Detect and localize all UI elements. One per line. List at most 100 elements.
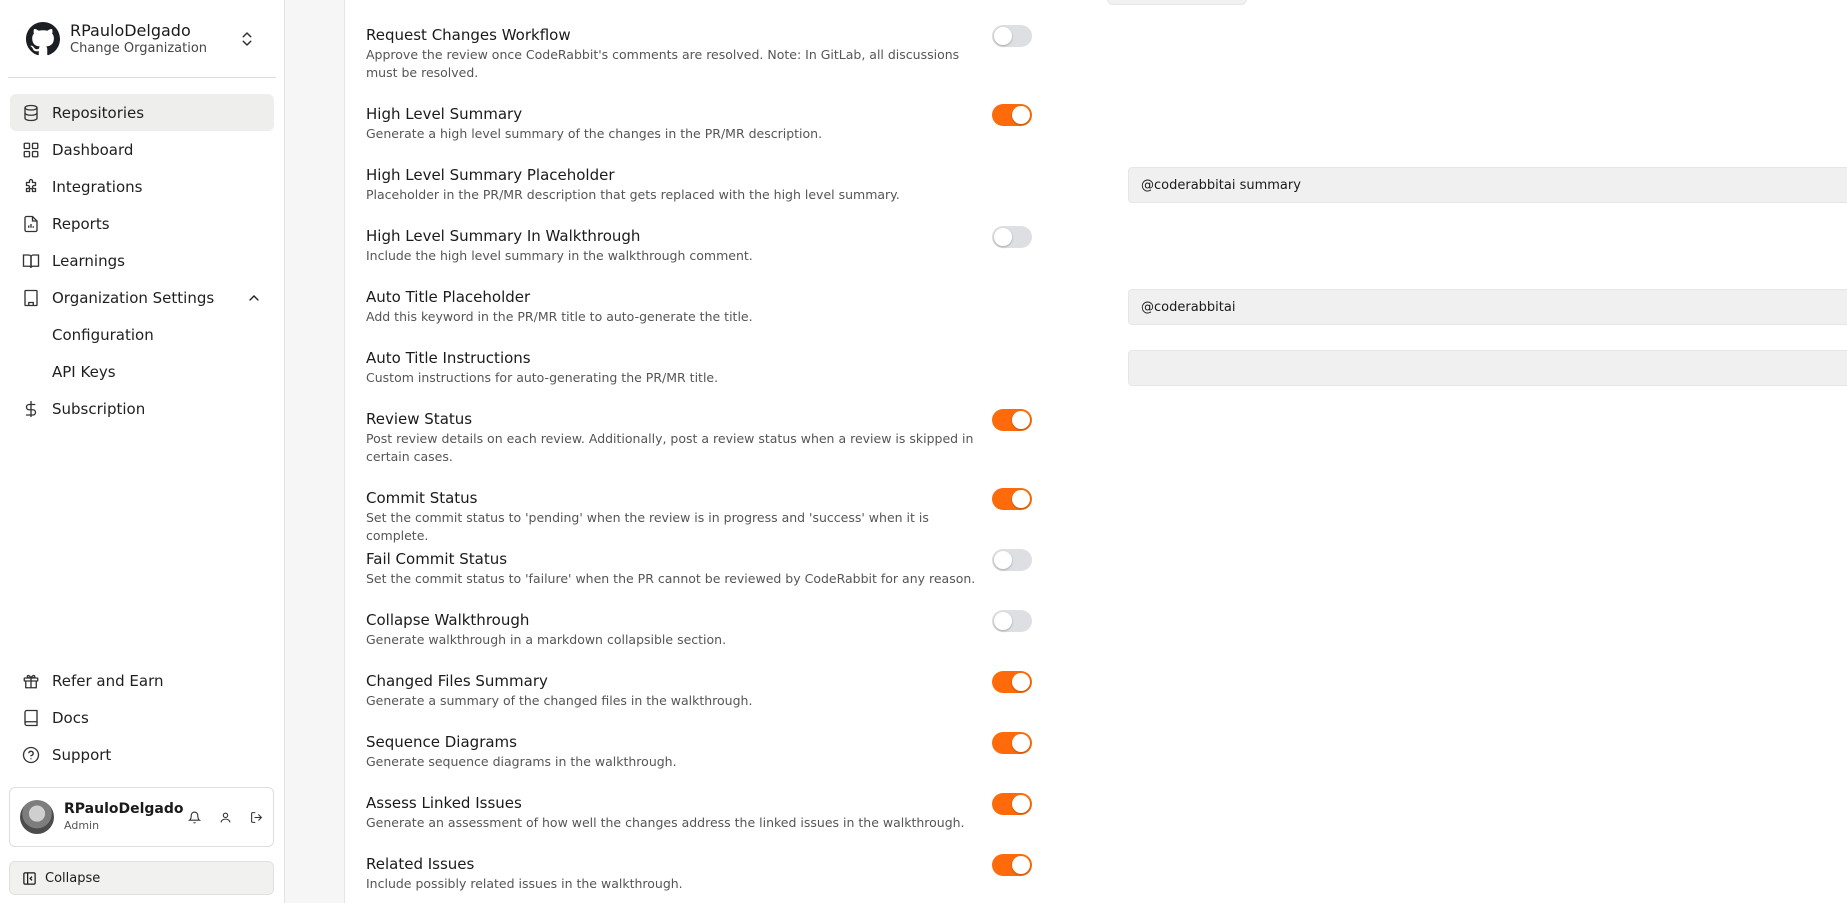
auto-title-placeholder-input[interactable]: @coderabbitai <box>1128 289 1847 325</box>
nav-label: Subscription <box>52 399 146 418</box>
setting-description: Add this keyword in the PR/MR title to a… <box>366 309 753 324</box>
puzzle-icon <box>25 178 37 192</box>
book-open-icon <box>22 253 40 268</box>
grid-icon <box>23 142 39 157</box>
collapse-walkthrough-toggle[interactable] <box>992 610 1032 632</box>
setting-description: Placeholder in the PR/MR description tha… <box>366 187 900 202</box>
content-gutter <box>285 0 345 903</box>
setting-title: Review Status <box>366 410 473 428</box>
nav-label: Docs <box>52 708 89 727</box>
setting-high-level-summary-in-walkthrough: High Level Summary In Walkthrough Includ… <box>366 226 1847 265</box>
setting-title: Fail Commit Status <box>366 550 508 568</box>
previous-field-edge <box>1107 0 1247 5</box>
main-nav: Repositories Dashboard Integrations Repo… <box>0 78 284 427</box>
review-status-toggle[interactable] <box>992 409 1032 431</box>
setting-description: Generate an assessment of how well the c… <box>366 815 965 830</box>
nav-item-docs[interactable]: Docs <box>10 699 274 736</box>
commit-status-toggle[interactable] <box>992 488 1032 510</box>
setting-description: Approve the review once CodeRabbit's com… <box>366 47 960 80</box>
nav-item-integrations[interactable]: Integrations <box>10 168 274 205</box>
github-icon <box>26 21 60 55</box>
setting-description: Include the high level summary in the wa… <box>366 248 753 263</box>
setting-title: Assess Linked Issues <box>366 794 522 812</box>
assess-linked-issues-toggle[interactable] <box>992 793 1032 815</box>
nav-item-reports[interactable]: Reports <box>10 205 274 242</box>
settings-panel: Request Changes Workflow Approve the rev… <box>345 0 1847 903</box>
setting-auto-title-placeholder: Auto Title Placeholder Add this keyword … <box>366 287 1847 326</box>
user-card: RPauloDelgado Admin <box>9 787 274 847</box>
org-switcher[interactable]: RPauloDelgado Change Organization <box>8 0 276 78</box>
user-icon[interactable] <box>219 811 232 824</box>
collapse-label: Collapse <box>45 870 101 886</box>
org-subtitle: Change Organization <box>70 40 208 56</box>
bottom-nav: Refer and Earn Docs Support <box>10 662 274 773</box>
request-changes-workflow-toggle[interactable] <box>992 25 1032 47</box>
book-icon <box>24 709 38 726</box>
setting-description: Custom instructions for auto-generating … <box>366 370 719 385</box>
changed-files-summary-toggle[interactable] <box>992 671 1032 693</box>
nav-item-configuration[interactable]: Configuration <box>10 316 274 353</box>
setting-description: Set the commit status to 'pending' when … <box>366 510 929 543</box>
setting-description: Generate a summary of the changed files … <box>366 693 753 708</box>
setting-auto-title-instructions: Auto Title Instructions Custom instructi… <box>366 348 1847 387</box>
setting-description: Set the commit status to 'failure' when … <box>366 571 976 586</box>
setting-related-issues: Related Issues Include possibly related … <box>366 854 1847 893</box>
avatar[interactable] <box>20 800 54 834</box>
high-level-summary-placeholder-input[interactable]: @coderabbitai summary <box>1128 167 1847 203</box>
sequence-diagrams-toggle[interactable] <box>992 732 1032 754</box>
setting-review-status: Review Status Post review details on eac… <box>366 409 1847 466</box>
setting-changed-files-summary: Changed Files Summary Generate a summary… <box>366 671 1847 710</box>
setting-title: Collapse Walkthrough <box>366 611 530 629</box>
sidebar: RPauloDelgado Change Organization Reposi… <box>0 0 285 903</box>
nav-label: Support <box>52 745 112 764</box>
help-circle-icon <box>22 746 40 763</box>
setting-fail-commit-status: Fail Commit Status Set the commit status… <box>366 549 1847 588</box>
org-name: RPauloDelgado <box>70 20 191 40</box>
setting-description: Generate walkthrough in a markdown colla… <box>366 632 727 647</box>
high-level-summary-in-walkthrough-toggle[interactable] <box>992 226 1032 248</box>
nav-item-organization-settings[interactable]: Organization Settings <box>10 279 274 316</box>
setting-description: Include possibly related issues in the w… <box>366 876 683 891</box>
nav-item-repositories[interactable]: Repositories <box>10 94 274 131</box>
fail-commit-status-toggle[interactable] <box>992 549 1032 571</box>
nav-label: Organization Settings <box>52 288 215 307</box>
nav-label: Integrations <box>52 177 143 196</box>
setting-assess-linked-issues: Assess Linked Issues Generate an assessm… <box>366 793 1847 832</box>
setting-request-changes-workflow: Request Changes Workflow Approve the rev… <box>366 25 1847 82</box>
sidebar-collapse-icon <box>23 871 36 885</box>
nav-item-dashboard[interactable]: Dashboard <box>10 131 274 168</box>
setting-title: High Level Summary <box>366 105 523 123</box>
chevrons-up-down-icon[interactable] <box>238 30 256 48</box>
setting-title: Sequence Diagrams <box>366 733 517 751</box>
user-role: Admin <box>64 819 100 832</box>
high-level-summary-toggle[interactable] <box>992 104 1032 126</box>
nav-label: Dashboard <box>52 140 134 159</box>
setting-title: High Level Summary In Walkthrough <box>366 227 641 245</box>
setting-commit-status: Commit Status Set the commit status to '… <box>366 488 1847 545</box>
dollar-icon <box>25 400 37 417</box>
bell-icon[interactable] <box>188 811 201 824</box>
collapse-button[interactable]: Collapse <box>9 861 274 895</box>
setting-title: Commit Status <box>366 489 478 507</box>
related-issues-toggle[interactable] <box>992 854 1032 876</box>
nav-item-api-keys[interactable]: API Keys <box>10 353 274 390</box>
user-name: RPauloDelgado <box>64 801 184 817</box>
building-icon <box>24 289 38 306</box>
setting-title: Request Changes Workflow <box>366 26 571 44</box>
database-icon <box>24 104 38 121</box>
nav-label: Refer and Earn <box>52 671 164 690</box>
nav-label: Reports <box>52 214 110 233</box>
auto-title-instructions-input[interactable] <box>1128 350 1847 386</box>
setting-collapse-walkthrough: Collapse Walkthrough Generate walkthroug… <box>366 610 1847 649</box>
setting-description: Post review details on each review. Addi… <box>366 431 974 464</box>
chevron-up-icon[interactable] <box>246 290 262 306</box>
setting-title: Changed Files Summary <box>366 672 548 690</box>
logout-icon[interactable] <box>250 811 263 824</box>
nav-item-support[interactable]: Support <box>10 736 274 773</box>
nav-item-learnings[interactable]: Learnings <box>10 242 274 279</box>
nav-label: Repositories <box>52 103 145 122</box>
nav-item-refer-and-earn[interactable]: Refer and Earn <box>10 662 274 699</box>
gift-icon <box>23 674 39 688</box>
nav-item-subscription[interactable]: Subscription <box>10 390 274 427</box>
setting-high-level-summary-placeholder: High Level Summary Placeholder Placehold… <box>366 165 1847 204</box>
